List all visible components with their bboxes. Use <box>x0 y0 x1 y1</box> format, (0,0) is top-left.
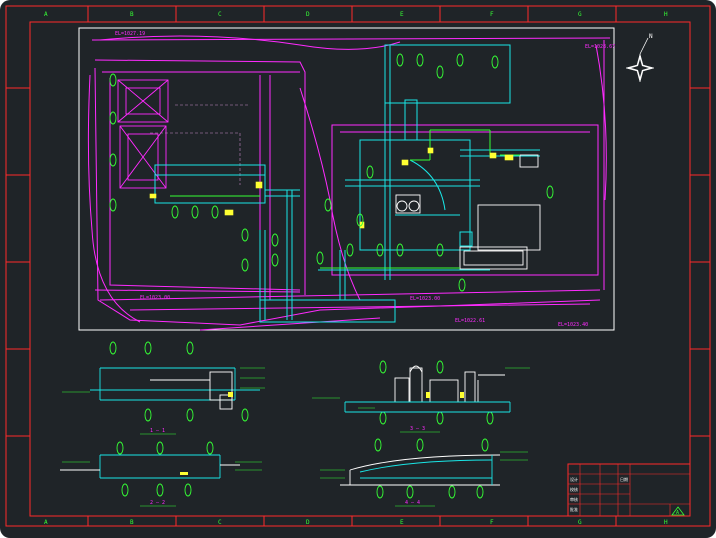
border-letter: A <box>44 519 48 526</box>
pipe-network <box>154 44 540 323</box>
section-3-3: 3 — 3 <box>312 360 530 433</box>
title-block-label: 校核 <box>570 486 578 492</box>
sheet-inner-border <box>29 21 691 517</box>
section-2-2: 2 — 2 <box>60 441 262 507</box>
section-label: 1 — 1 <box>150 428 165 434</box>
section-label: 2 — 2 <box>150 500 165 506</box>
title-block-label: 日期 <box>620 476 628 482</box>
elevation-label: EL=1027.19 <box>115 31 145 37</box>
elevation-label: EL=1023.00 <box>410 296 440 302</box>
section-1-1: 1 — 1 <box>62 341 265 435</box>
border-letter: C <box>218 11 222 18</box>
title-block-label: 审核 <box>570 496 578 502</box>
border-letter: H <box>664 11 668 18</box>
border-letter: D <box>306 11 310 18</box>
title-block-label: 批准 <box>570 506 578 512</box>
border-letter: F <box>490 11 494 18</box>
north-arrow: N <box>625 33 655 83</box>
section-label: 4 — 4 <box>405 500 420 506</box>
drawing-canvas: A B C D E F G H A B C D E F G H N EL=102… <box>0 0 716 538</box>
border-letter: A <box>44 11 48 18</box>
border-letter: E <box>400 11 404 18</box>
elevation-label: EL=1028.67 <box>585 44 615 50</box>
title-block-label: 设计 <box>570 476 578 482</box>
elevation-label: EL=1023.40 <box>558 322 588 328</box>
border-letter: G <box>578 519 582 526</box>
building-outline <box>117 79 169 189</box>
border-letter: C <box>218 519 222 526</box>
logo-mark: A <box>676 510 679 516</box>
section-label: 3 — 3 <box>410 426 425 432</box>
elevation-label: EL=1023.00 <box>140 295 170 301</box>
section-4-4: 4 — 4 <box>320 438 528 507</box>
elevation-label: EL=1022.61 <box>455 318 485 324</box>
border-letter: B <box>130 519 134 526</box>
north-arrow-label: N <box>649 33 653 40</box>
border-letter: G <box>578 11 582 18</box>
title-block: 设计 校核 审核 批准 日期 A <box>567 463 691 517</box>
border-letter: F <box>490 519 494 526</box>
border-letter: H <box>664 519 668 526</box>
structure-outlines <box>395 154 541 270</box>
cad-drawing: A B C D E F G H A B C D E F G H N EL=102… <box>5 5 711 527</box>
dashed-boundary <box>150 104 250 185</box>
border-letter: E <box>400 519 404 526</box>
border-letter: D <box>306 519 310 526</box>
border-letter: B <box>130 11 134 18</box>
